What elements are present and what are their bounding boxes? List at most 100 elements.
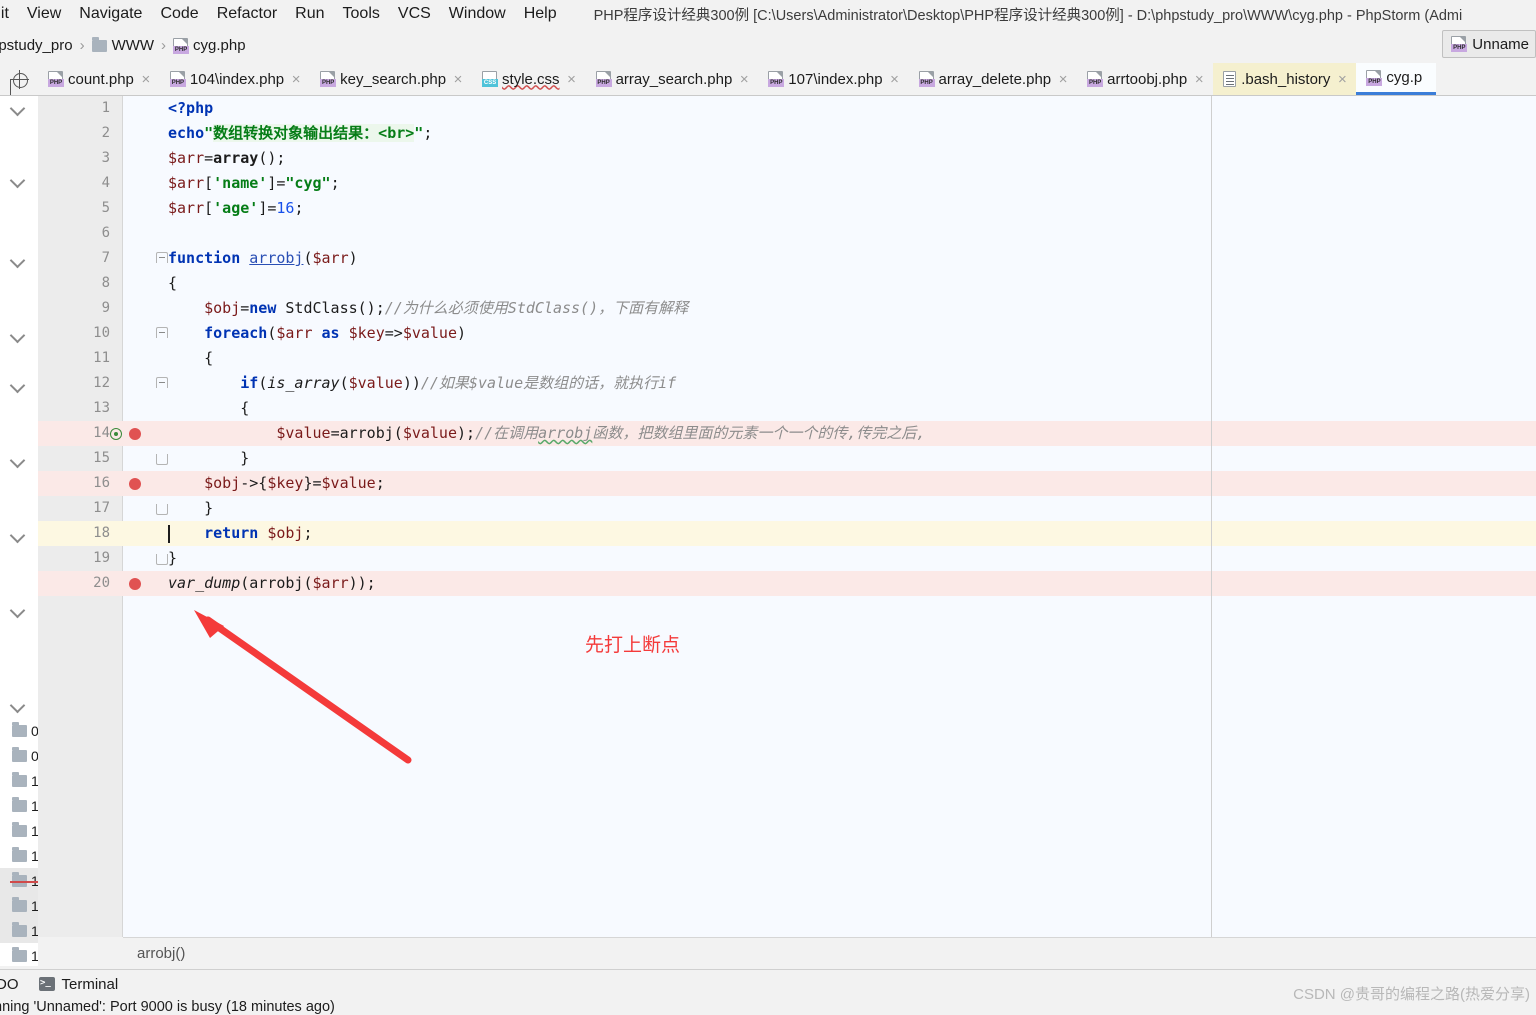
close-icon[interactable]: ×	[1057, 72, 1069, 87]
chevron-down-icon[interactable]	[9, 379, 27, 391]
menu-item-vcs[interactable]: VCS	[389, 0, 440, 28]
chevron-down-icon[interactable]	[9, 604, 27, 616]
chevron-down-icon[interactable]	[9, 174, 27, 186]
chevron-down-icon[interactable]	[9, 699, 27, 711]
breadcrumb-label: cyg.php	[193, 37, 246, 54]
code-text: echo"数组转换对象输出结果：<br>";	[168, 121, 432, 146]
code-text: foreach($arr as $key=>$value)	[168, 321, 466, 346]
editor-tab-array-search-php[interactable]: array_search.php ×	[586, 63, 759, 95]
tree-item[interactable]: 1	[0, 893, 38, 918]
tree-item[interactable]: 1	[0, 793, 38, 818]
code-line[interactable]: 13 {	[38, 396, 1536, 421]
folder-icon	[12, 825, 27, 837]
menu-item-edit[interactable]: dit	[0, 0, 18, 28]
editor-tab-array-delete-php[interactable]: array_delete.php ×	[909, 63, 1078, 95]
breakpoint-icon[interactable]	[129, 578, 141, 590]
code-line[interactable]: 14 $value=arrobj($value);//在调用arrobj函数，把…	[38, 421, 1536, 446]
code-text: {	[168, 396, 249, 421]
tree-item[interactable]: 1	[0, 943, 38, 966]
close-icon[interactable]: ×	[738, 72, 750, 87]
editor-lines: 1 <?php 2 echo"数组转换对象输出结果：<br>"; 3 $arr=…	[38, 96, 1536, 596]
tool-window-todo[interactable]: DO	[0, 970, 29, 999]
code-line[interactable]: 16 $obj->{$key}=$value;	[38, 471, 1536, 496]
breadcrumb-item-www[interactable]: WWW	[92, 37, 154, 54]
breadcrumb-item-file[interactable]: cyg.php	[173, 37, 246, 54]
editor-tab-count-php[interactable]: count.php ×	[38, 63, 160, 95]
menu-item-help[interactable]: Help	[515, 0, 566, 28]
line-number: 6	[38, 221, 110, 246]
code-line[interactable]: 12 if(is_array($value))//如果$value是数组的话，就…	[38, 371, 1536, 396]
tree-item[interactable]: 0	[0, 743, 38, 768]
code-line[interactable]: 1 <?php	[38, 96, 1536, 121]
tree-item[interactable]: 1	[0, 843, 38, 868]
chevron-down-icon[interactable]	[9, 329, 27, 341]
editor-tab-cyg-php[interactable]: cyg.p	[1356, 63, 1436, 95]
structure-function-label[interactable]: arrobj()	[137, 945, 185, 962]
code-line[interactable]: 5 $arr['age']=16;	[38, 196, 1536, 221]
code-line[interactable]: 8 {	[38, 271, 1536, 296]
fold-marker-icon[interactable]	[156, 454, 168, 465]
menu-item-run[interactable]: Run	[286, 0, 333, 28]
chevron-down-icon[interactable]	[9, 102, 27, 114]
close-icon[interactable]: ×	[566, 72, 578, 87]
run-gutter-icon[interactable]	[110, 428, 122, 440]
code-line[interactable]: 7 function arrobj($arr)	[38, 246, 1536, 271]
menu-item-window[interactable]: Window	[440, 0, 515, 28]
menu-item-tools[interactable]: Tools	[334, 0, 389, 28]
code-line[interactable]: 4 $arr['name']="cyg";	[38, 171, 1536, 196]
code-line[interactable]: 10 foreach($arr as $key=>$value)	[38, 321, 1536, 346]
code-line[interactable]: 6	[38, 221, 1536, 246]
editor-tab-107-index-php[interactable]: 107\index.php ×	[758, 63, 908, 95]
fold-marker-icon[interactable]	[156, 327, 168, 338]
editor-tab-arrtoobj-php[interactable]: arrtoobj.php ×	[1077, 63, 1213, 95]
line-number: 7	[38, 246, 110, 271]
close-icon[interactable]: ×	[1193, 72, 1205, 87]
menu-item-code[interactable]: Code	[151, 0, 207, 28]
tool-window-terminal[interactable]: Terminal	[29, 970, 129, 999]
code-line[interactable]: 17 }	[38, 496, 1536, 521]
line-number: 1	[38, 96, 110, 121]
breakpoint-icon[interactable]	[129, 478, 141, 490]
run-configuration-selector[interactable]: Unname	[1442, 30, 1536, 58]
editor-tab-style-css[interactable]: style.css ×	[472, 63, 586, 95]
chevron-down-icon[interactable]	[9, 529, 27, 541]
code-editor[interactable]: 1 <?php 2 echo"数组转换对象输出结果：<br>"; 3 $arr=…	[38, 96, 1536, 937]
fold-marker-icon[interactable]	[156, 554, 168, 565]
crosshair-icon[interactable]	[11, 71, 28, 88]
breadcrumb-item-project[interactable]: hpstudy_pro	[0, 37, 73, 54]
code-line[interactable]: 15 }	[38, 446, 1536, 471]
line-number: 20	[38, 571, 110, 596]
code-line[interactable]: 20 var_dump(arrobj($arr));	[38, 571, 1536, 596]
menu-item-refactor[interactable]: Refactor	[208, 0, 286, 28]
editor-split-divider[interactable]	[1211, 96, 1212, 937]
close-icon[interactable]: ×	[452, 72, 464, 87]
tree-item[interactable]: 1	[0, 918, 38, 943]
tree-item[interactable]: 1	[0, 818, 38, 843]
fold-marker-icon[interactable]	[156, 252, 168, 263]
editor-tab-104-index-php[interactable]: 104\index.php ×	[160, 63, 310, 95]
close-icon[interactable]: ×	[889, 72, 901, 87]
editor-tab-bash-history[interactable]: .bash_history ×	[1213, 63, 1356, 95]
code-line[interactable]: 11 {	[38, 346, 1536, 371]
close-icon[interactable]: ×	[1336, 72, 1348, 87]
tree-item[interactable]: 1	[0, 768, 38, 793]
project-tree[interactable]: 0 0 1 1 1 1 1 1 1 1	[0, 718, 38, 966]
code-line[interactable]: 19 }	[38, 546, 1536, 571]
code-line[interactable]: 9 $obj=new StdClass();//为什么必须使用StdClass(…	[38, 296, 1536, 321]
menu-item-navigate[interactable]: Navigate	[70, 0, 151, 28]
code-line[interactable]: 3 $arr=array();	[38, 146, 1536, 171]
code-line[interactable]: 18 return $obj;	[38, 521, 1536, 546]
tab-bar-gutter	[0, 63, 38, 95]
fold-marker-icon[interactable]	[156, 377, 168, 388]
editor-tab-key-search-php[interactable]: key_search.php ×	[310, 63, 472, 95]
close-icon[interactable]: ×	[290, 72, 302, 87]
code-line[interactable]: 2 echo"数组转换对象输出结果：<br>";	[38, 121, 1536, 146]
chevron-down-icon[interactable]	[9, 254, 27, 266]
menu-item-view[interactable]: View	[18, 0, 70, 28]
breakpoint-icon[interactable]	[129, 428, 141, 440]
close-icon[interactable]: ×	[140, 72, 152, 87]
chevron-down-icon[interactable]	[9, 454, 27, 466]
fold-marker-icon[interactable]	[156, 504, 168, 515]
menu-label: VCS	[398, 5, 431, 22]
tree-item[interactable]: 0	[0, 718, 38, 743]
